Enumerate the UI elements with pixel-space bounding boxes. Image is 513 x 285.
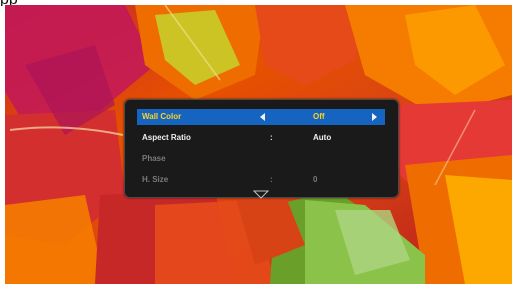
wall-color-label: Wall Color [142,112,182,121]
h-size-separator: : [270,175,273,184]
osd-menu-panel: Wall Color Off Aspect Ratio : Auto Phase… [124,99,399,200]
menu-row-aspect-ratio[interactable]: Aspect Ratio : Auto [137,130,385,146]
phase-label: Phase [142,154,166,163]
right-arrow-icon[interactable] [372,113,377,121]
aspect-ratio-label: Aspect Ratio [142,133,191,142]
h-size-value: 0 [313,175,318,184]
menu-row-wall-color[interactable]: Wall Color Off [137,109,385,125]
menu-row-h-size: H. Size : 0 [137,172,385,188]
aspect-ratio-value: Auto [313,133,332,142]
down-scroll-arrow-icon[interactable] [253,190,269,200]
aspect-ratio-separator: : [270,133,273,142]
menu-row-phase: Phase [137,151,385,167]
wall-color-value: Off [313,112,325,121]
h-size-label: H. Size [142,175,169,184]
left-arrow-icon[interactable] [260,113,265,121]
